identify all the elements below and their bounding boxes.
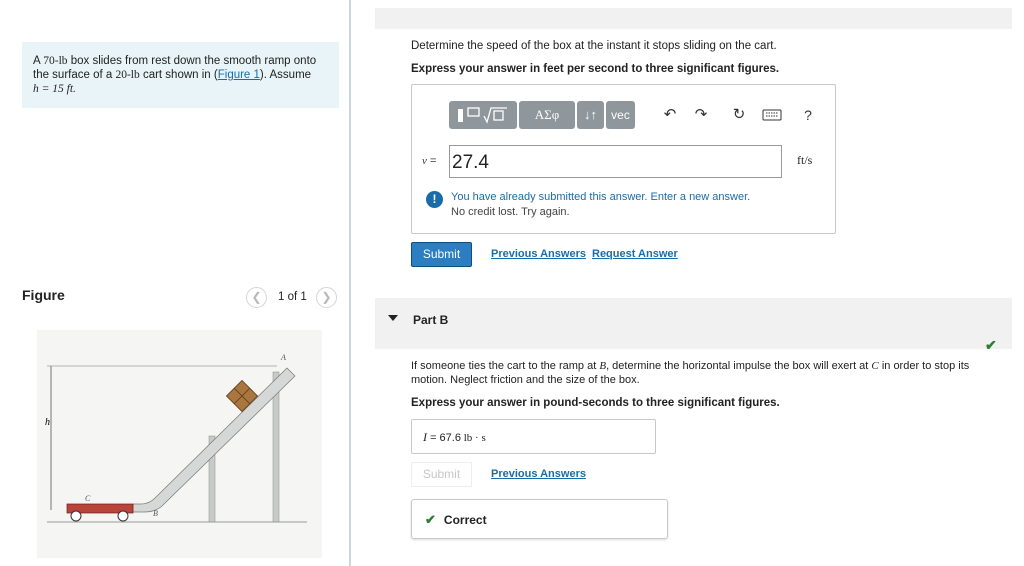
box-weight: 70-lb xyxy=(43,55,68,67)
label-c: C xyxy=(85,494,91,503)
previous-answers-link-b[interactable]: Previous Answers xyxy=(491,468,586,480)
request-answer-link[interactable]: Request Answer xyxy=(592,248,678,260)
part-b-answer-display: I = 67.6 lb · s xyxy=(411,419,656,454)
arrows-button[interactable]: ↓↑ xyxy=(577,101,604,129)
figure-link[interactable]: Figure 1 xyxy=(218,69,260,81)
answer-unit: ft/s xyxy=(797,153,813,167)
ramp-cart-diagram: h A C B xyxy=(45,353,307,523)
redo-icon[interactable]: ↷ xyxy=(691,101,711,129)
part-a-question: Determine the speed of the box at the in… xyxy=(411,40,777,52)
height-assumption: h = 15 ft. xyxy=(33,83,76,95)
submit-button-disabled: Submit xyxy=(411,462,472,487)
keyboard-icon[interactable] xyxy=(762,101,782,129)
problem-text: ). Assume xyxy=(259,69,312,81)
answer-variable-label: v = xyxy=(422,155,437,167)
problem-statement: A 70-lb box slides from rest down the sm… xyxy=(22,42,339,108)
submit-button[interactable]: Submit xyxy=(411,242,472,267)
reset-icon[interactable]: ↻ xyxy=(729,101,749,129)
chevron-right-icon[interactable]: ❯ xyxy=(316,287,337,308)
figure-heading: Figure xyxy=(22,287,65,303)
cart-wheel xyxy=(117,510,129,522)
vector-button[interactable]: vec xyxy=(606,101,635,129)
previous-answers-link[interactable]: Previous Answers xyxy=(491,248,586,260)
figure-image: h A C B xyxy=(37,330,322,558)
problem-text: cart shown in ( xyxy=(139,69,218,81)
part-b-title: Part B xyxy=(413,313,449,327)
correct-feedback: ✔ Correct xyxy=(411,499,668,539)
part-b-instruction: Express your answer in pound-seconds to … xyxy=(411,397,780,409)
greek-symbols-button[interactable]: ΑΣφ xyxy=(519,101,575,129)
warning-submessage: No credit lost. Try again. xyxy=(451,206,570,218)
check-icon: ✔ xyxy=(985,337,997,353)
part-a-instruction: Express your answer in feet per second t… xyxy=(411,63,780,75)
caret-down-icon[interactable] xyxy=(388,315,398,321)
label-b: B xyxy=(153,509,158,518)
part-b-header[interactable]: Part B xyxy=(375,298,1012,349)
label-a: A xyxy=(280,353,286,362)
undo-icon[interactable]: ↶ xyxy=(660,101,680,129)
cart-wheel xyxy=(70,510,82,522)
answer-input[interactable] xyxy=(449,145,782,178)
chevron-left-icon[interactable]: ❮ xyxy=(246,287,267,308)
answer-panel: ΑΣφ ↓↑ vec ↶ ↷ ↻ ? v = ft/s ! You have a… xyxy=(411,84,836,234)
figure-counter: 1 of 1 xyxy=(278,291,307,303)
templates-icon xyxy=(458,107,507,124)
check-icon: ✔ xyxy=(425,512,436,527)
warning-message: You have already submitted this answer. … xyxy=(451,191,751,203)
part-b-question: If someone ties the cart to the ramp at … xyxy=(411,360,970,372)
part-b-question-line2: motion. Neglect friction and the size of… xyxy=(411,374,640,386)
help-button[interactable]: ? xyxy=(798,101,818,129)
alert-icon: ! xyxy=(426,191,443,208)
correct-label: Correct xyxy=(443,513,487,527)
label-h: h xyxy=(45,417,50,428)
cart-weight: 20-lb xyxy=(115,69,140,81)
part-a-header xyxy=(375,8,1012,29)
problem-text: A xyxy=(33,55,44,67)
templates-button[interactable] xyxy=(449,101,517,129)
problem-panel: A 70-lb box slides from rest down the sm… xyxy=(0,0,351,566)
